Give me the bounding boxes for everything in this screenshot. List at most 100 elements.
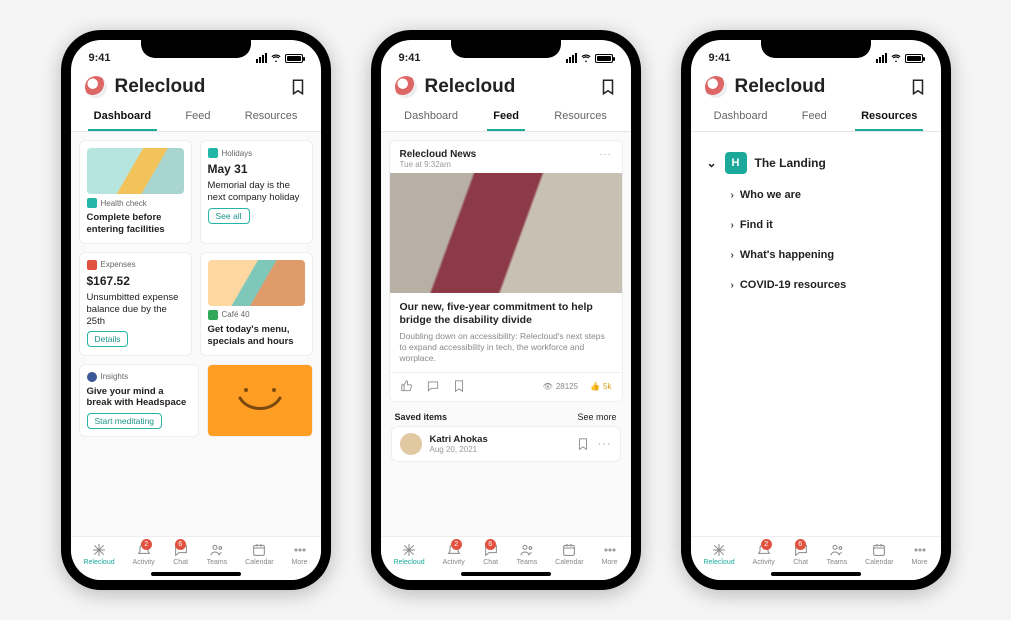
resources-content: ⌄ H The Landing ›Who we are ›Find it ›Wh…: [691, 132, 941, 536]
status-time: 9:41: [709, 52, 731, 64]
tab-resources[interactable]: Resources: [239, 102, 304, 131]
avatar[interactable]: [705, 76, 727, 98]
home-indicator[interactable]: [461, 572, 551, 576]
tab-dashboard[interactable]: Dashboard: [88, 102, 157, 131]
expenses-details-button[interactable]: Details: [87, 331, 129, 347]
feed-more-button[interactable]: ···: [600, 149, 612, 169]
chevron-down-icon: ⌄: [707, 156, 717, 170]
cafe-text: Get today's menu, specials and hours: [208, 324, 305, 348]
nav-relecloud[interactable]: Relecloud: [83, 542, 114, 566]
insights-cta-button[interactable]: Start meditating: [87, 413, 163, 429]
resource-item[interactable]: ›What's happening: [703, 240, 929, 270]
expenses-label: Expenses: [101, 260, 136, 269]
card-insights[interactable]: Insights Give your mind a break with Hea…: [79, 364, 199, 438]
bookmark-button[interactable]: [909, 78, 927, 96]
holidays-seeall-button[interactable]: See all: [208, 208, 250, 224]
saved-seemore[interactable]: See more: [577, 412, 616, 422]
nav-activity[interactable]: 2Activity: [443, 542, 465, 566]
feed-desc: Doubling down on accessibility: Releclou…: [400, 331, 612, 364]
signal-icon: [566, 53, 577, 63]
chevron-right-icon: ›: [731, 190, 734, 201]
comment-icon[interactable]: [426, 379, 440, 393]
saved-section: Saved items See more Katri Ahokas Aug 20…: [389, 402, 623, 464]
tab-feed[interactable]: Feed: [487, 102, 525, 131]
cafe-label: Café 40: [222, 310, 250, 319]
nav-more[interactable]: More: [292, 542, 308, 566]
group-title: The Landing: [755, 156, 826, 170]
resources-group-header[interactable]: ⌄ H The Landing: [703, 150, 929, 180]
card-holidays[interactable]: Holidays May 31 Memorial day is the next…: [200, 140, 313, 244]
bookmark-button[interactable]: [599, 78, 617, 96]
resource-item[interactable]: ›COVID-19 resources: [703, 270, 929, 300]
health-illustration: [87, 148, 184, 194]
expenses-text: Unsumbitted expense balance due by the 2…: [87, 292, 184, 328]
nav-relecloud[interactable]: Relecloud: [393, 542, 424, 566]
tabs: Dashboard Feed Resources: [381, 102, 631, 132]
app-title: Relecloud: [735, 76, 901, 98]
bookmark-button[interactable]: [289, 78, 307, 96]
status-time: 9:41: [399, 52, 421, 64]
feed-time: Tue at 9:32am: [400, 160, 477, 169]
home-indicator[interactable]: [771, 572, 861, 576]
app-header: Relecloud: [691, 70, 941, 102]
nav-activity[interactable]: 2Activity: [133, 542, 155, 566]
nav-calendar[interactable]: Calendar: [865, 542, 893, 566]
app-title: Relecloud: [115, 76, 281, 98]
card-health[interactable]: Health check Complete before entering fa…: [79, 140, 192, 244]
nav-teams[interactable]: Teams: [207, 542, 228, 566]
card-headspace-illustration[interactable]: [207, 364, 313, 438]
tab-resources[interactable]: Resources: [548, 102, 613, 131]
nav-more[interactable]: More: [912, 542, 928, 566]
card-expenses[interactable]: Expenses $167.52 Unsumbitted expense bal…: [79, 252, 192, 356]
health-text: Complete before entering facilities: [87, 212, 184, 236]
feed-content: Relecloud News Tue at 9:32am ··· Our new…: [381, 132, 631, 536]
phone-dashboard: 9:41 Relecloud Dashboard Feed Resources …: [61, 30, 331, 590]
like-icon[interactable]: [400, 379, 414, 393]
saved-more-button[interactable]: ···: [598, 438, 612, 450]
card-cafe[interactable]: Café 40 Get today's menu, specials and h…: [200, 252, 313, 356]
dashboard-content: Health check Complete before entering fa…: [71, 132, 321, 536]
insights-label: Insights: [101, 372, 129, 381]
app-title: Relecloud: [425, 76, 591, 98]
battery-icon: [905, 54, 923, 63]
tab-feed[interactable]: Feed: [796, 102, 833, 131]
views-stat: 👁 28125: [543, 382, 578, 391]
nav-chat[interactable]: 6Chat: [793, 542, 809, 566]
nav-activity[interactable]: 2Activity: [753, 542, 775, 566]
tabs: Dashboard Feed Resources: [691, 102, 941, 132]
phone-notch: [451, 36, 561, 58]
nav-more[interactable]: More: [602, 542, 618, 566]
saved-item[interactable]: Katri Ahokas Aug 20, 2021 ···: [391, 426, 621, 462]
app-header: Relecloud: [71, 70, 321, 102]
activity-badge: 2: [141, 539, 152, 550]
avatar[interactable]: [85, 76, 107, 98]
nav-calendar[interactable]: Calendar: [245, 542, 273, 566]
nav-teams[interactable]: Teams: [517, 542, 538, 566]
resource-item[interactable]: ›Who we are: [703, 180, 929, 210]
screen: 9:41 Relecloud Dashboard Feed Resources …: [381, 40, 631, 580]
wifi-icon: [580, 53, 592, 63]
signal-icon: [876, 53, 887, 63]
nav-relecloud[interactable]: Relecloud: [703, 542, 734, 566]
tab-resources[interactable]: Resources: [855, 102, 923, 131]
chat-badge: 6: [175, 539, 186, 550]
nav-chat[interactable]: 6Chat: [173, 542, 189, 566]
tab-feed[interactable]: Feed: [179, 102, 216, 131]
tab-dashboard[interactable]: Dashboard: [708, 102, 774, 131]
resource-item[interactable]: ›Find it: [703, 210, 929, 240]
nav-chat[interactable]: 6Chat: [483, 542, 499, 566]
phone-notch: [141, 36, 251, 58]
bookmark-icon[interactable]: [576, 437, 590, 451]
home-indicator[interactable]: [151, 572, 241, 576]
wifi-icon: [270, 53, 282, 63]
holidays-date: May 31: [208, 162, 305, 176]
feed-card[interactable]: Relecloud News Tue at 9:32am ··· Our new…: [389, 140, 623, 402]
nav-calendar[interactable]: Calendar: [555, 542, 583, 566]
cafe-illustration: [208, 260, 305, 306]
nav-teams[interactable]: Teams: [827, 542, 848, 566]
tab-dashboard[interactable]: Dashboard: [398, 102, 464, 131]
phone-feed: 9:41 Relecloud Dashboard Feed Resources …: [371, 30, 641, 590]
save-icon[interactable]: [452, 379, 466, 393]
group-icon: H: [725, 152, 747, 174]
avatar[interactable]: [395, 76, 417, 98]
